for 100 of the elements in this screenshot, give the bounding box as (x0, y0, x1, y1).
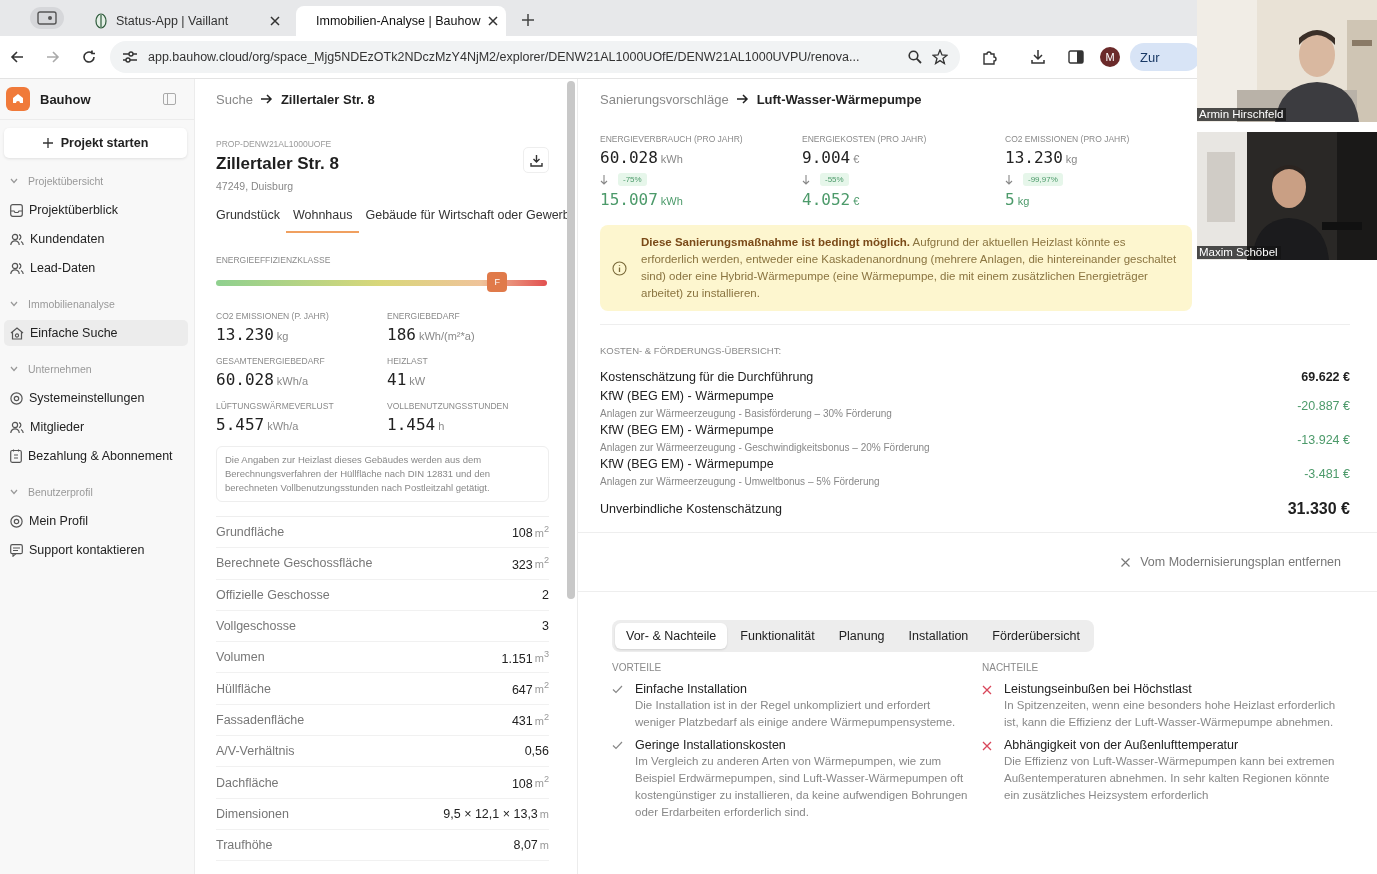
info-note: Die Angaben zur Heizlast dieses Gebäudes werden aus dem Berechnungsverfahren der Hüllfläche nach DIN 12831 und den berechneten Vollbenutzungsstunden nach Postleitzahl getätigt. (216, 446, 549, 502)
fact-label: Fassadenfläche (216, 712, 305, 727)
stat-value: 60.028 kWh (600, 148, 684, 167)
people-icon (10, 261, 24, 275)
cross-icon (982, 685, 992, 695)
arrow-icon (260, 94, 273, 104)
chevron-icon (10, 301, 18, 307)
nav-item[interactable]: Support kontaktieren (4, 537, 188, 563)
property-address: 47249, Duisburg (216, 180, 295, 192)
cost-label: KfW (BEG EM) - Wärmepumpe (600, 457, 775, 471)
fact-value: 3 (542, 619, 549, 634)
energy-class-label: ENERGIEEFFIZIENZKLASSE (216, 255, 332, 265)
new-value: 4.052 € (802, 190, 861, 209)
change-badge: -99,97% (1023, 173, 1063, 186)
energy-class-marker: F (487, 272, 508, 292)
nav-item[interactable]: Lead-Daten (4, 255, 188, 281)
settings-icon (122, 50, 138, 64)
chevron-icon (10, 489, 18, 495)
participant-name: Armin Hirschfeld (1197, 108, 1287, 121)
settings-icon (10, 391, 23, 405)
fact-label: Hüllfläche (216, 681, 271, 696)
cost-amount: 69.622 € (1301, 370, 1350, 384)
tab[interactable]: Vor- & Nachteile (615, 623, 728, 649)
nav-item[interactable]: Mitglieder (4, 414, 188, 440)
down-arrow-icon (1005, 174, 1013, 185)
cost-label: KfW (BEG EM) - Wärmepumpe (600, 423, 775, 437)
tab[interactable]: Förderübersicht (981, 623, 1091, 649)
change-badge: -75% (618, 173, 647, 186)
fact-value: 108 m$^{2}$ (511, 774, 549, 791)
cost-sublabel: Anlagen zur Wärmeerzeugung - Geschwindigkeitsbonus – 20% Förderung (600, 442, 930, 453)
column-heading: VORTEILE (612, 662, 663, 673)
fact-value: 9,5 × 12,1 × 13,3 m (443, 806, 549, 821)
download-button[interactable] (523, 147, 549, 173)
nav-item[interactable]: Bezahlung & Abonnement (4, 443, 188, 469)
metric-label: VOLLBENUTZUNGSSTUNDEN (387, 401, 510, 411)
down-arrow-icon (600, 174, 608, 185)
item-title: Geringe Installationskosten (635, 738, 787, 752)
breadcrumb-link[interactable]: Suche (216, 91, 253, 107)
new-project-button[interactable]: Projekt starten (4, 128, 187, 158)
tab[interactable]: Grundstück (216, 208, 280, 233)
tab[interactable]: Funktionalität (729, 623, 826, 649)
download-icon (529, 153, 543, 167)
stat-value: 13.230 kg (1005, 148, 1079, 167)
remove-button[interactable]: Vom Modernisierungsplan entfernen (1121, 555, 1341, 569)
fact-value: 108 m$^{2}$ (511, 524, 549, 540)
back-icon[interactable] (10, 50, 24, 64)
scrollbar[interactable] (567, 81, 575, 599)
item-title: Abhängigkeit von der Außenlufttemperatur (1004, 738, 1240, 752)
total-label: Unverbindliche Kostenschätzung (600, 502, 783, 516)
browser-tab[interactable]: Status-App | Vaillant (82, 6, 292, 36)
browser-tab[interactable]: Immobilien-Analyse | Bauhow (296, 6, 506, 36)
cost-label: Kostenschätzung für die Durchführung (600, 370, 814, 384)
down-arrow-icon (802, 174, 810, 185)
property-id: PROP-DENW21AL1000UOFE (216, 139, 333, 149)
brand-name: Bauhow (40, 91, 92, 107)
nav-item[interactable]: Projektüberblick (4, 197, 188, 223)
tab[interactable]: Wohnhaus (285, 208, 360, 233)
people-icon (10, 232, 24, 246)
close-icon[interactable] (488, 16, 499, 26)
metric-value: 186 kWh/(m²*a) (387, 325, 476, 344)
metric-label: CO2 EMISSIONEN (P. JAHR) (216, 311, 330, 321)
fact-value: 8,07 m (513, 838, 549, 853)
sidebar-icon[interactable] (1068, 50, 1084, 64)
tab[interactable]: Planung (827, 623, 896, 649)
fact-value: 0,56 (524, 744, 549, 759)
property-title: Zillertaler Str. 8 (216, 154, 339, 174)
nav-item[interactable]: Systemeinstellungen (4, 385, 188, 411)
chevron-icon (10, 178, 18, 184)
fact-value: 323 m$^{2}$ (511, 555, 549, 572)
sidebar-toggle-icon[interactable] (163, 93, 176, 105)
fact-value: 647 m$^{2}$ (511, 680, 549, 697)
search-icon[interactable] (908, 50, 922, 64)
fact-label: Offizielle Geschosse (216, 587, 330, 602)
item-title: Einfache Installation (635, 682, 748, 696)
nav-item[interactable]: Einfache Suche (4, 320, 188, 346)
star-icon[interactable] (932, 49, 948, 65)
warning-text: Diese Sanierungsmaßnahme ist bedingt möglich. Aufgrund der aktuellen Heizlast könnte es erforderlich werden, entweder eine Kaskadenanordnung (mehrere Anlagen, die hintereinander geschaltet sind) oder eine Hybrid-Wärmepumpe (eine Wärmepumpe, die mit einem zusätzlichen Energieträger arbeitet) zu installieren. (641, 235, 1178, 301)
nav-item[interactable]: Mein Profil (4, 508, 188, 534)
stat-label: CO2 EMISSIONEN (PRO JAHR) (1005, 134, 1131, 144)
cross-icon (982, 741, 992, 751)
tab[interactable]: Installation (897, 623, 980, 649)
metric-value: 60.028 kWh/a (216, 370, 310, 389)
update-button[interactable]: Zur (1130, 43, 1200, 71)
close-icon (1121, 557, 1131, 567)
profile-switcher[interactable] (30, 7, 64, 29)
close-icon[interactable] (270, 16, 280, 26)
metric-label: GESAMTENERGIEBEDARF (216, 356, 326, 366)
inbox-icon (10, 203, 23, 217)
profile-avatar[interactable]: M (1100, 47, 1120, 67)
address-bar[interactable]: app.bauhow.cloud/org/space_Mjg5NDEzOTk2NDczMzY4NjM2/explorer/DENW21AL1000UOfE/DENW21AL1000UVPU/renova... (110, 41, 960, 73)
plus-icon (42, 138, 53, 148)
reload-icon[interactable] (82, 50, 96, 64)
metric-value: 5.457 kWh/a (216, 415, 300, 434)
nav-item[interactable]: Kundendaten (4, 226, 188, 252)
change-badge: -55% (820, 173, 849, 186)
download-icon[interactable] (1030, 49, 1046, 65)
costs-heading: KOSTEN- & FÖRDERUNGS-ÜBERSICHT: (600, 345, 783, 356)
new-tab-icon[interactable] (522, 14, 534, 26)
puzzle-icon[interactable] (982, 49, 998, 65)
breadcrumb-link[interactable]: Sanierungsvorschläge (600, 91, 729, 107)
